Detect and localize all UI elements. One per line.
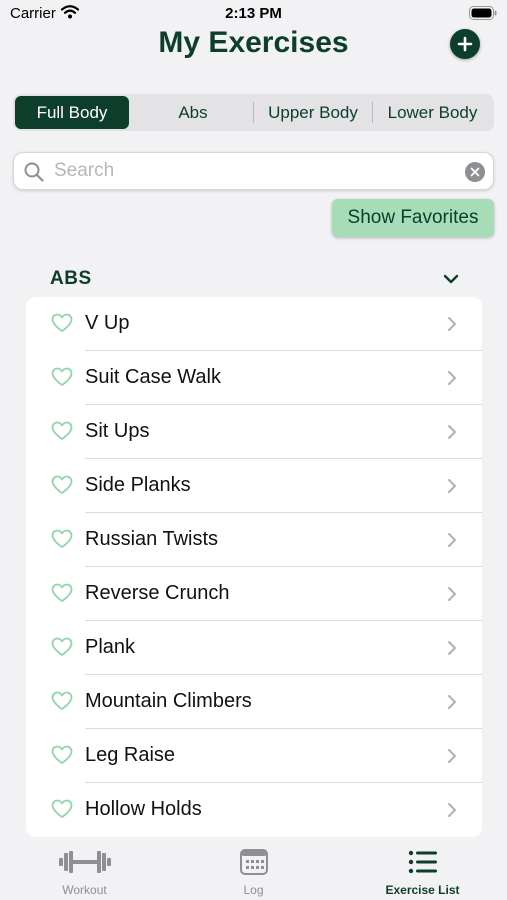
- heart-icon[interactable]: [51, 421, 73, 446]
- chevron-right-icon: [447, 748, 457, 769]
- tab-log[interactable]: Log: [169, 837, 338, 900]
- exercise-row[interactable]: Sit Ups: [26, 405, 482, 459]
- exercise-label: Sit Ups: [85, 420, 150, 442]
- exercise-row[interactable]: Mountain Climbers: [26, 675, 482, 729]
- exercise-label: Reverse Crunch: [85, 582, 230, 604]
- chevron-right-icon: [447, 316, 457, 337]
- page-title: My Exercises: [158, 26, 349, 59]
- exercise-list: V Up Suit Case Walk Sit Ups Side Planks Russ…: [26, 297, 482, 837]
- exercise-label: Plank: [85, 636, 136, 658]
- tab-label-exercise-list: Exercise List: [385, 883, 460, 897]
- heart-icon[interactable]: [51, 475, 73, 500]
- heart-icon[interactable]: [51, 367, 73, 392]
- heart-icon[interactable]: [51, 691, 73, 716]
- plus-icon: [457, 36, 473, 52]
- heart-icon[interactable]: [51, 529, 73, 554]
- section-title-abs: ABS: [50, 268, 92, 289]
- search-bar: [13, 152, 494, 190]
- exercise-label: Hollow Holds: [85, 798, 202, 820]
- exercise-label: V Up: [85, 312, 130, 334]
- exercise-row[interactable]: Plank: [26, 621, 482, 675]
- exercise-row[interactable]: Leg Raise: [26, 729, 482, 783]
- tab-workout[interactable]: Workout: [0, 837, 169, 900]
- status-time: 2:13 PM: [225, 5, 282, 22]
- heart-icon[interactable]: [51, 637, 73, 662]
- add-exercise-button[interactable]: [450, 29, 480, 59]
- body-part-segmented-control: Full Body Abs Upper Body Lower Body: [13, 94, 494, 131]
- exercise-row[interactable]: Russian Twists: [26, 513, 482, 567]
- battery-icon: [469, 6, 497, 25]
- calendar-icon: [169, 848, 338, 881]
- tab-label-workout: Workout: [62, 883, 107, 897]
- exercise-row[interactable]: Side Planks: [26, 459, 482, 513]
- search-icon: [24, 162, 44, 187]
- chevron-right-icon: [447, 802, 457, 823]
- heart-icon[interactable]: [51, 799, 73, 824]
- chevron-right-icon: [447, 586, 457, 607]
- chevron-right-icon: [447, 694, 457, 715]
- chevron-right-icon: [447, 424, 457, 445]
- exercise-row[interactable]: Hollow Holds: [26, 783, 482, 837]
- list-icon: [338, 848, 507, 881]
- tab-label-log: Log: [243, 883, 264, 897]
- status-bar: Carrier 2:13 PM: [0, 0, 507, 28]
- segment-full-body[interactable]: Full Body: [15, 96, 129, 129]
- exercise-row[interactable]: Suit Case Walk: [26, 351, 482, 405]
- show-favorites-button[interactable]: Show Favorites: [332, 199, 494, 237]
- chevron-right-icon: [447, 478, 457, 499]
- heart-icon[interactable]: [51, 313, 73, 338]
- exercise-label: Leg Raise: [85, 744, 176, 766]
- dumbbell-icon: [0, 848, 169, 881]
- close-icon: [470, 167, 480, 177]
- heart-icon[interactable]: [51, 583, 73, 608]
- heart-icon[interactable]: [51, 745, 73, 770]
- chevron-right-icon: [447, 640, 457, 661]
- screen: Carrier 2:13 PM My Exercises Full Body A…: [0, 0, 507, 900]
- search-input[interactable]: [54, 156, 454, 186]
- exercise-label: Side Planks: [85, 474, 191, 496]
- exercise-row[interactable]: V Up: [26, 297, 482, 351]
- exercise-label: Russian Twists: [85, 528, 219, 550]
- tab-exercise-list[interactable]: Exercise List: [338, 837, 507, 900]
- chevron-down-icon[interactable]: [443, 272, 459, 290]
- exercise-label: Suit Case Walk: [85, 366, 221, 388]
- exercise-label: Mountain Climbers: [85, 690, 252, 712]
- clear-search-button[interactable]: [465, 162, 485, 182]
- tab-bar: Workout Log Exercise List: [0, 837, 507, 900]
- chevron-right-icon: [447, 532, 457, 553]
- segment-abs[interactable]: Abs: [133, 96, 253, 129]
- segment-upper-body[interactable]: Upper Body: [254, 96, 372, 129]
- chevron-right-icon: [447, 370, 457, 391]
- exercise-row[interactable]: Reverse Crunch: [26, 567, 482, 621]
- segment-lower-body[interactable]: Lower Body: [373, 96, 492, 129]
